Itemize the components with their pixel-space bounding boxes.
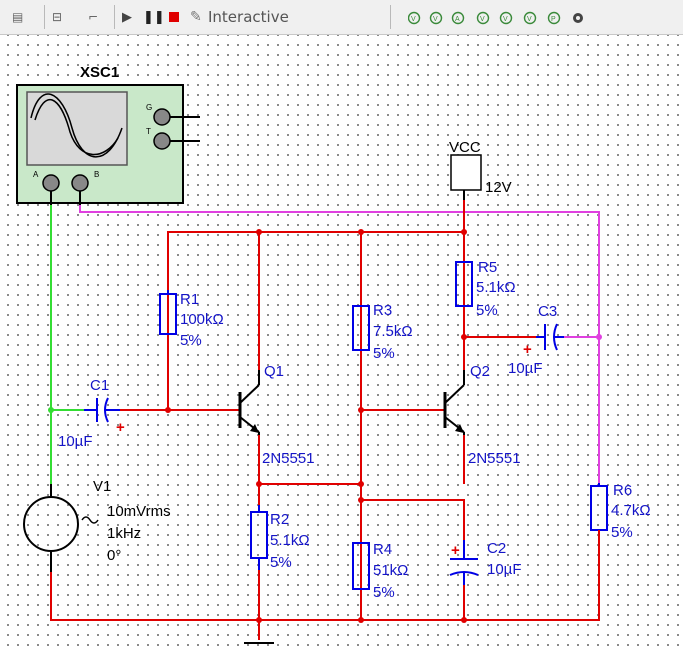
r1-name: R1 [180,291,199,308]
r5-value: 5.1kΩ [476,279,516,296]
resistor-r6[interactable] [590,483,608,572]
q1-name: Q1 [264,363,284,380]
probe-tools-group: VVA VVVP [408,11,583,25]
toolbar-divider [114,5,115,29]
capacitor-c3[interactable] [536,323,564,351]
transistor-q2[interactable] [443,370,465,435]
svg-text:A: A [455,16,460,23]
probe-icon[interactable]: ⌐ [88,6,98,28]
menu-grip-icon[interactable]: ▤ [12,6,23,28]
vcc-value: 12V [485,179,512,196]
r6-tolerance: 5% [611,524,633,541]
pause-icon[interactable]: ❚❚ [143,6,165,28]
r3-tolerance: 5% [373,345,395,362]
svg-text:V: V [480,16,485,23]
scope-screen [26,91,128,166]
r2-value: 5.1kΩ [270,532,310,549]
settings-gear-icon [573,13,583,23]
c2-polarity: + [451,542,460,559]
r4-tolerance: 5% [373,584,395,601]
source-name: V1 [93,478,111,495]
c3-polarity: + [523,341,532,358]
vcc-label: VCC [449,139,481,156]
q2-name: Q2 [470,363,490,380]
c2-value: 10µF [487,561,522,578]
toolbar-divider [390,5,391,29]
terminal-label-b: B [94,170,99,179]
q2-model: 2N5551 [468,450,521,467]
terminal-label-a: A [33,170,39,179]
r2-tolerance: 5% [270,554,292,571]
c2-name: C2 [487,540,506,557]
c1-name: C1 [90,377,109,394]
interactive-mode-label[interactable]: Interactive [208,6,289,28]
toolbar-divider [44,5,45,29]
scope-terminal-a [42,174,60,192]
schematic-canvas[interactable]: XSC1 G T A B VCC 12V V1 10mVrms 1kHz 0° … [0,35,683,651]
svg-text:V: V [503,16,508,23]
wire-junctions [165,229,467,623]
resistor-r2[interactable] [250,505,268,570]
run-icon[interactable]: ▶ [122,6,132,28]
svg-text:V: V [527,16,532,23]
c1-polarity: + [116,419,125,436]
terminal-label-t: T [146,127,151,136]
r2-name: R2 [270,511,289,528]
r3-name: R3 [373,302,392,319]
r5-tolerance: 5% [476,302,498,319]
r3-value: 7.5kΩ [373,323,413,340]
c3-name: C3 [538,303,557,320]
svg-text:P: P [551,16,556,23]
scope-terminal-b [71,174,89,192]
q1-model: 2N5551 [262,450,315,467]
circuit-schematic: XSC1 G T A B VCC 12V V1 10mVrms 1kHz 0° … [16,64,651,644]
interactive-mode-icon[interactable]: ✎ [190,6,202,28]
scope-terminal-g [153,108,171,126]
source-phase: 0° [107,547,121,564]
r4-name: R4 [373,541,392,558]
ac-source-v1[interactable] [23,484,99,572]
r1-tolerance: 5% [180,332,202,349]
r4-value: 51kΩ [373,562,408,579]
terminal-label-g: G [146,103,152,112]
capacitor-c1[interactable] [84,397,120,423]
c3-value: 10µF [508,360,543,377]
r6-name: R6 [613,482,632,499]
sine-icon [81,516,99,524]
stop-icon[interactable] [169,6,179,28]
r5-name: R5 [478,259,497,276]
svg-text:V: V [411,16,416,23]
c1-value: 10µF [58,433,93,450]
oscilloscope-xsc1[interactable]: G T A B [16,84,200,205]
source-frequency: 1kHz [107,525,141,542]
source-amplitude: 10mVrms [107,503,171,520]
transistor-q1[interactable] [238,370,260,435]
r1-value: 100kΩ [180,311,224,328]
scope-name: XSC1 [80,64,119,81]
scope-terminal-t [153,132,171,150]
simulation-toolbar: ▤ ⊟ ⌐ ▶ ❚❚ ✎ Interactive V V A V V V P [0,0,683,35]
r6-value: 4.7kΩ [611,502,651,519]
output-wire [79,205,600,483]
vcc-supply[interactable] [450,154,482,200]
svg-text:V: V [433,16,438,23]
component-icon[interactable]: ⊟ [52,6,62,28]
